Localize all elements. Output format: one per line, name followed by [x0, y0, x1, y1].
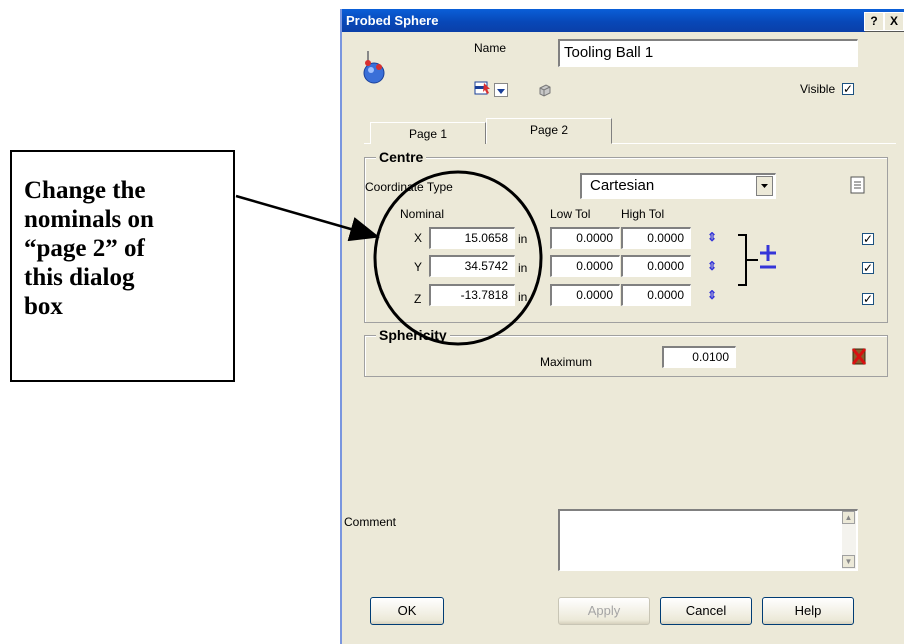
- annotation-arrow: [235, 194, 380, 242]
- annotation-circle: [373, 170, 543, 346]
- annotation-overlay: [235, 170, 543, 346]
